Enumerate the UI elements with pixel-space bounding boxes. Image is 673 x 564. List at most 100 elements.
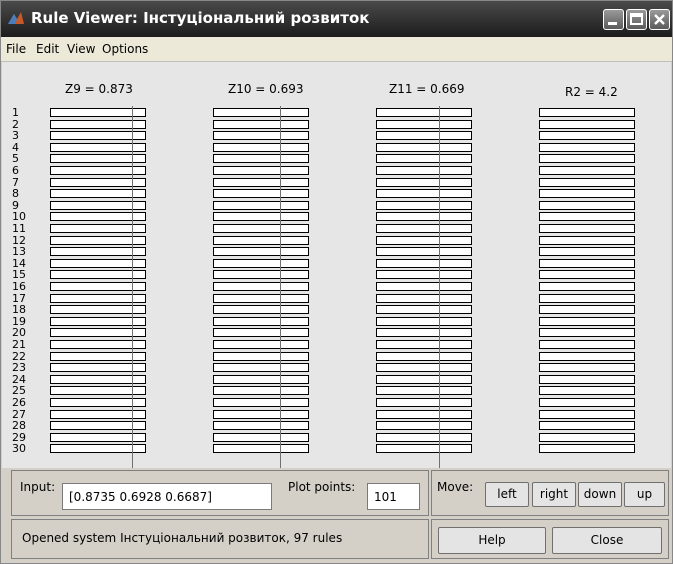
- menu-options[interactable]: Options: [102, 42, 148, 56]
- rule-input-mf-box[interactable]: [376, 189, 472, 199]
- rule-output-mf-box[interactable]: [539, 235, 635, 245]
- maximize-button[interactable]: [626, 9, 647, 30]
- rule-input-mf-box[interactable]: [376, 386, 472, 396]
- rule-input-mf-box[interactable]: [213, 444, 309, 454]
- menu-file[interactable]: File: [6, 42, 26, 56]
- rule-input-mf-box[interactable]: [376, 270, 472, 280]
- rule-input-mf-box[interactable]: [376, 351, 472, 361]
- rule-input-mf-box[interactable]: [376, 131, 472, 141]
- rule-input-mf-box[interactable]: [213, 328, 309, 338]
- rule-input-mf-box[interactable]: [376, 200, 472, 210]
- rule-input-mf-box[interactable]: [213, 200, 309, 210]
- input-value-line[interactable]: [132, 106, 133, 468]
- rule-output-mf-box[interactable]: [539, 258, 635, 268]
- rule-output-mf-box[interactable]: [539, 119, 635, 129]
- rule-output-mf-box[interactable]: [539, 247, 635, 257]
- close-window-button[interactable]: [649, 9, 670, 30]
- rule-output-mf-box[interactable]: [539, 200, 635, 210]
- rule-output-mf-box[interactable]: [539, 212, 635, 222]
- rule-input-mf-box[interactable]: [376, 258, 472, 268]
- rule-input-mf-box[interactable]: [213, 316, 309, 326]
- rule-output-mf-box[interactable]: [539, 131, 635, 141]
- rule-input-mf-box[interactable]: [376, 119, 472, 129]
- rule-input-mf-box[interactable]: [213, 247, 309, 257]
- rule-input-mf-box[interactable]: [376, 444, 472, 454]
- rule-input-mf-box[interactable]: [213, 224, 309, 233]
- move-up-button[interactable]: up: [624, 482, 665, 507]
- rule-input-mf-box[interactable]: [376, 340, 472, 349]
- move-left-button[interactable]: left: [485, 482, 529, 507]
- rule-input-mf-box[interactable]: [376, 316, 472, 326]
- rule-input-mf-box[interactable]: [376, 247, 472, 257]
- rule-input-mf-box[interactable]: [376, 305, 472, 315]
- rule-output-mf-box[interactable]: [539, 444, 635, 454]
- rule-input-mf-box[interactable]: [376, 432, 472, 442]
- rule-output-mf-box[interactable]: [539, 386, 635, 396]
- rule-input-mf-box[interactable]: [213, 293, 309, 303]
- rule-output-mf-box[interactable]: [539, 351, 635, 361]
- rule-output-mf-box[interactable]: [539, 432, 635, 442]
- rule-input-mf-box[interactable]: [213, 374, 309, 384]
- rule-input-mf-box[interactable]: [376, 224, 472, 233]
- rule-output-mf-box[interactable]: [539, 270, 635, 280]
- rule-output-mf-box[interactable]: [539, 328, 635, 338]
- rule-output-mf-box[interactable]: [539, 409, 635, 419]
- rule-input-mf-box[interactable]: [213, 108, 309, 117]
- rule-output-mf-box[interactable]: [539, 282, 635, 291]
- rule-input-mf-box[interactable]: [213, 119, 309, 129]
- rule-output-mf-box[interactable]: [539, 189, 635, 199]
- rule-input-mf-box[interactable]: [213, 258, 309, 268]
- rule-output-mf-box[interactable]: [539, 316, 635, 326]
- input-value-line[interactable]: [280, 106, 281, 468]
- rule-input-mf-box[interactable]: [376, 142, 472, 152]
- rule-input-mf-box[interactable]: [213, 131, 309, 141]
- input-vector-field[interactable]: [0.8735 0.6928 0.6687]: [62, 483, 272, 510]
- rule-input-mf-box[interactable]: [376, 363, 472, 373]
- rule-input-mf-box[interactable]: [213, 409, 309, 419]
- rule-input-mf-box[interactable]: [213, 351, 309, 361]
- rule-output-mf-box[interactable]: [539, 177, 635, 187]
- rule-input-mf-box[interactable]: [376, 421, 472, 431]
- rule-input-mf-box[interactable]: [213, 235, 309, 245]
- rule-output-mf-box[interactable]: [539, 421, 635, 431]
- rule-input-mf-box[interactable]: [376, 166, 472, 175]
- rule-input-mf-box[interactable]: [376, 108, 472, 117]
- rule-output-mf-box[interactable]: [539, 374, 635, 384]
- rule-input-mf-box[interactable]: [376, 398, 472, 407]
- rule-input-mf-box[interactable]: [213, 386, 309, 396]
- rule-output-mf-box[interactable]: [539, 293, 635, 303]
- rule-input-mf-box[interactable]: [376, 212, 472, 222]
- close-button[interactable]: Close: [552, 527, 662, 554]
- rule-input-mf-box[interactable]: [213, 282, 309, 291]
- input-value-line[interactable]: [439, 106, 440, 468]
- rule-input-mf-box[interactable]: [376, 235, 472, 245]
- rule-input-mf-box[interactable]: [213, 270, 309, 280]
- rule-output-mf-box[interactable]: [539, 340, 635, 349]
- rule-input-mf-box[interactable]: [213, 154, 309, 164]
- rule-output-mf-box[interactable]: [539, 108, 635, 117]
- rule-input-mf-box[interactable]: [376, 374, 472, 384]
- rule-input-mf-box[interactable]: [213, 398, 309, 407]
- rule-input-mf-box[interactable]: [376, 177, 472, 187]
- rule-output-mf-box[interactable]: [539, 154, 635, 164]
- rule-output-mf-box[interactable]: [539, 166, 635, 175]
- rule-input-mf-box[interactable]: [213, 432, 309, 442]
- rule-input-mf-box[interactable]: [213, 363, 309, 373]
- rule-input-mf-box[interactable]: [376, 154, 472, 164]
- menu-view[interactable]: View: [67, 42, 95, 56]
- rule-input-mf-box[interactable]: [213, 177, 309, 187]
- rule-input-mf-box[interactable]: [213, 166, 309, 175]
- menu-edit[interactable]: Edit: [36, 42, 59, 56]
- rule-input-mf-box[interactable]: [213, 305, 309, 315]
- rule-input-mf-box[interactable]: [376, 328, 472, 338]
- move-down-button[interactable]: down: [578, 482, 622, 507]
- title-bar[interactable]: Rule Viewer: Інстуціональний розвиток: [1, 1, 672, 37]
- rule-output-mf-box[interactable]: [539, 142, 635, 152]
- minimize-button[interactable]: [603, 9, 624, 30]
- move-right-button[interactable]: right: [532, 482, 576, 507]
- rule-input-mf-box[interactable]: [376, 293, 472, 303]
- rule-output-mf-box[interactable]: [539, 363, 635, 373]
- rule-output-mf-box[interactable]: [539, 224, 635, 233]
- rule-input-mf-box[interactable]: [376, 282, 472, 291]
- rule-input-mf-box[interactable]: [213, 142, 309, 152]
